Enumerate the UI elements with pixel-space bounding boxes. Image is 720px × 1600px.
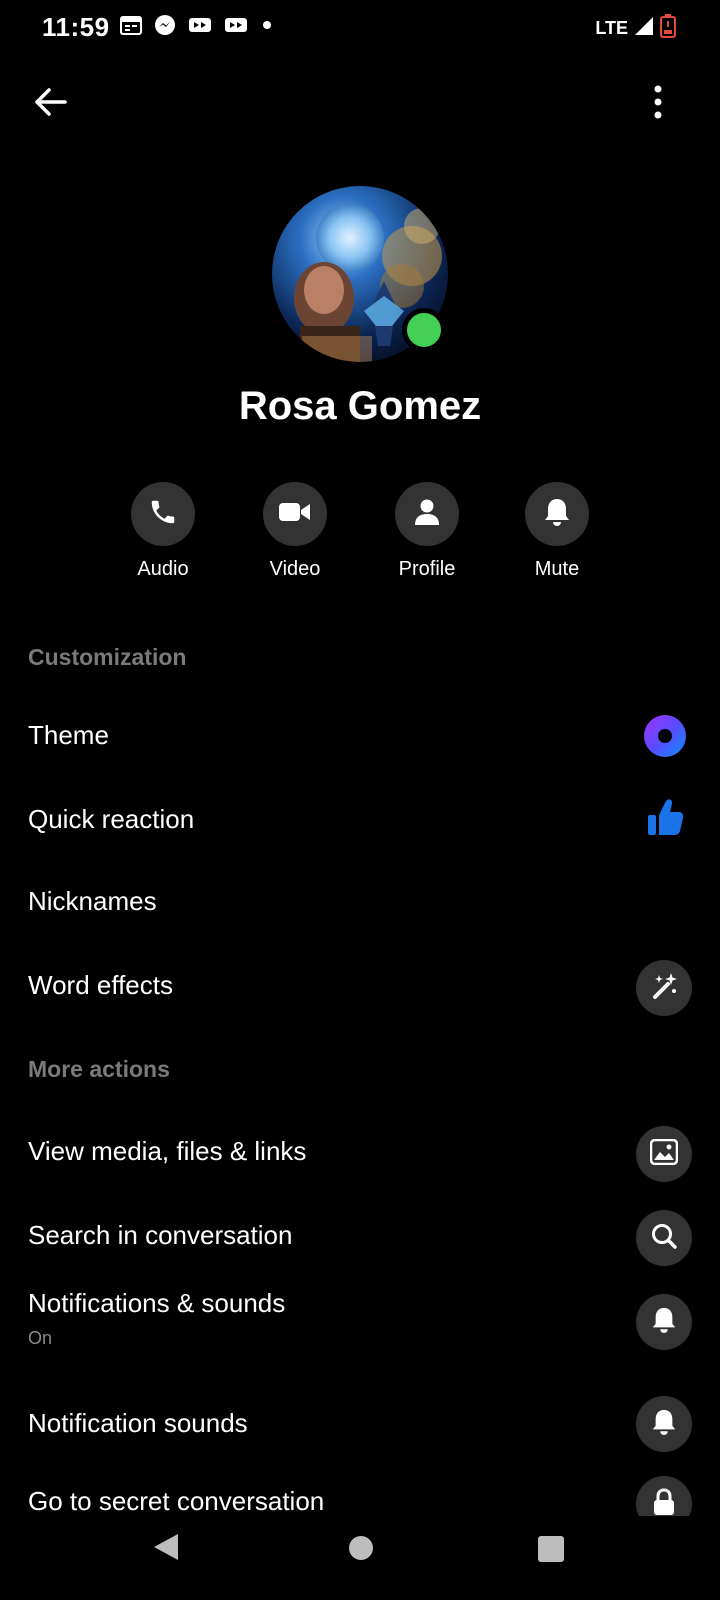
signal-icon <box>634 16 654 41</box>
quick-reaction-row[interactable]: Quick reaction <box>0 780 720 860</box>
video-camera-icon <box>278 500 312 529</box>
video-icon <box>188 16 212 34</box>
magic-wand-icon <box>649 971 679 1006</box>
person-icon <box>413 498 441 531</box>
avatar-container[interactable] <box>272 186 448 362</box>
more-vertical-icon <box>653 85 663 124</box>
nav-home-icon[interactable] <box>349 1536 373 1560</box>
bell-icon <box>651 1408 677 1441</box>
status-icons-left <box>120 14 274 36</box>
section-title-customization: Customization <box>28 644 187 670</box>
notifications-status: On <box>28 1328 53 1348</box>
profile-button[interactable]: Profile <box>372 482 482 581</box>
audio-label: Audio <box>137 558 189 580</box>
video-button-circle[interactable] <box>263 482 327 546</box>
secret-conversation-label: Go to secret conversation <box>28 1486 325 1516</box>
profile-button-circle[interactable] <box>395 482 459 546</box>
mute-label: Mute <box>534 558 580 580</box>
bell-icon <box>651 1306 677 1339</box>
online-status-indicator <box>402 308 446 352</box>
view-media-icon-circle <box>636 1126 692 1182</box>
quick-reaction-label: Quick reaction <box>28 804 195 834</box>
notifications-icon-circle <box>636 1294 692 1350</box>
secret-conversation-row[interactable]: Go to secret conversation <box>0 1466 720 1516</box>
theme-row[interactable]: Theme <box>0 696 720 776</box>
back-button[interactable] <box>26 80 74 128</box>
phone-icon <box>148 497 178 532</box>
profile-label: Profile <box>398 558 456 580</box>
messenger-icon <box>154 14 176 36</box>
thumbs-up-icon <box>646 798 684 843</box>
nav-back-icon[interactable] <box>152 1532 180 1567</box>
battery-low-icon <box>660 14 676 43</box>
calendar-icon <box>120 15 142 35</box>
contact-name: Rosa Gomez <box>238 384 482 428</box>
notifications-sounds-row[interactable]: Notifications & sounds On <box>0 1280 720 1380</box>
notification-sounds-icon-circle <box>636 1396 692 1452</box>
word-effects-icon-circle <box>636 960 692 1016</box>
word-effects-label: Word effects <box>28 970 173 1000</box>
search-icon-circle <box>636 1210 692 1266</box>
mute-button-circle[interactable] <box>525 482 589 546</box>
status-icons-right: LTE <box>595 14 676 43</box>
arrow-left-icon <box>33 87 67 122</box>
audio-button-circle[interactable] <box>131 482 195 546</box>
theme-label: Theme <box>28 720 109 750</box>
audio-call-button[interactable]: Audio <box>108 482 218 581</box>
mute-button[interactable]: Mute <box>502 482 612 581</box>
status-time: 11:59 <box>42 12 110 42</box>
view-media-row[interactable]: View media, files & links <box>0 1112 720 1192</box>
secret-conversation-icon-circle <box>636 1476 692 1516</box>
nicknames-label: Nicknames <box>28 886 157 916</box>
network-label: LTE <box>595 18 628 38</box>
nav-recents-icon[interactable] <box>538 1536 564 1562</box>
nicknames-row[interactable]: Nicknames <box>0 864 720 944</box>
section-title-more-actions: More actions <box>28 1056 170 1082</box>
theme-gradient-icon <box>644 715 686 762</box>
video-label: Video <box>269 558 321 580</box>
status-bar: 11:59 LTE <box>0 0 720 56</box>
more-options-button[interactable] <box>634 80 682 128</box>
bell-icon <box>543 497 571 532</box>
search-conversation-label: Search in conversation <box>28 1220 293 1250</box>
video-icon <box>224 16 248 34</box>
dot-icon <box>260 18 274 32</box>
image-icon <box>649 1138 679 1170</box>
search-icon <box>650 1222 678 1255</box>
notification-sounds-row[interactable]: Notification sounds <box>0 1384 720 1464</box>
notification-sounds-label: Notification sounds <box>28 1408 248 1438</box>
lock-icon <box>652 1487 676 1517</box>
view-media-label: View media, files & links <box>28 1136 307 1166</box>
search-conversation-row[interactable]: Search in conversation <box>0 1196 720 1276</box>
video-call-button[interactable]: Video <box>240 482 350 581</box>
word-effects-row[interactable]: Word effects <box>0 948 720 1028</box>
system-nav-bar <box>0 1516 720 1600</box>
notifications-sounds-label: Notifications & sounds <box>28 1288 286 1318</box>
